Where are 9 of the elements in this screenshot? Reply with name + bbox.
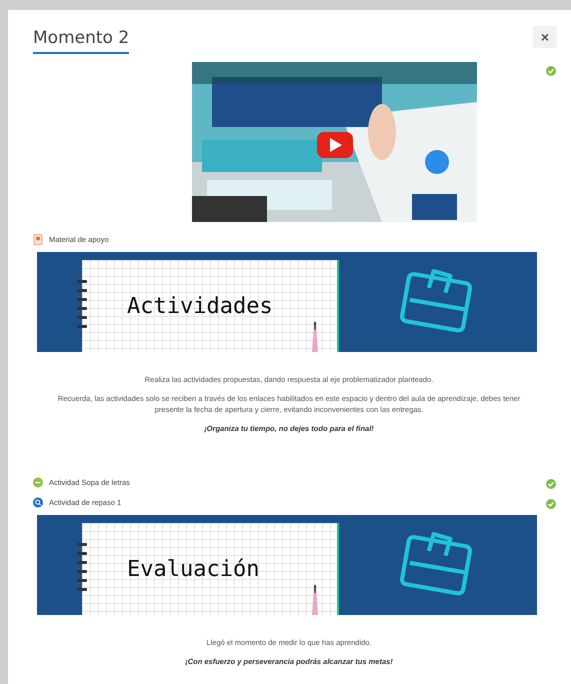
pen-icon (311, 585, 319, 615)
pen-icon (311, 322, 319, 352)
document-icon (33, 234, 43, 244)
close-button[interactable]: × (533, 26, 557, 48)
activity-icon (33, 476, 43, 488)
dialog-title: Momento 2 (33, 28, 130, 54)
banner-caption: Actividades (127, 294, 273, 318)
quiz-icon (33, 496, 43, 508)
banner-caption: Evaluación (127, 556, 260, 582)
